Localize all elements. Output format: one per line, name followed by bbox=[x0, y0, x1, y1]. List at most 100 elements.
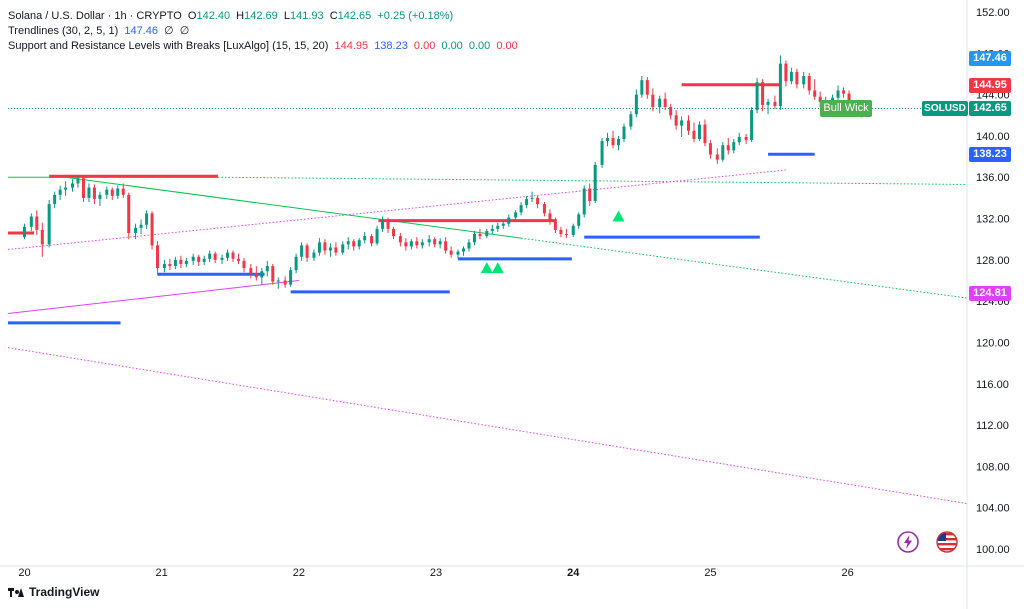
candle-body bbox=[162, 263, 166, 269]
candle-body bbox=[536, 197, 540, 205]
candle-body bbox=[842, 90, 846, 94]
candle-body bbox=[600, 141, 604, 165]
break-up-marker bbox=[491, 262, 504, 274]
candle-body bbox=[559, 229, 563, 235]
candle-body bbox=[571, 225, 575, 236]
candle-body bbox=[715, 154, 719, 160]
candle-body bbox=[721, 145, 725, 160]
candle-body bbox=[795, 71, 799, 85]
candle-body bbox=[47, 204, 51, 245]
trendlines-indicator-name[interactable]: Trendlines (30, 2, 5, 1) bbox=[8, 25, 118, 37]
candle-body bbox=[173, 259, 177, 267]
candle-body bbox=[461, 248, 465, 252]
tradingview-brand[interactable]: TradingView bbox=[8, 585, 99, 599]
candle-body bbox=[110, 189, 114, 196]
candle-body bbox=[669, 107, 673, 116]
candle-body bbox=[145, 213, 149, 225]
candle-body bbox=[289, 270, 293, 285]
symbol-title[interactable]: Solana / U.S. Dollar · 1h · CRYPTO bbox=[8, 10, 182, 22]
break-up-marker bbox=[612, 210, 625, 222]
candle-body bbox=[260, 271, 264, 278]
candle-body bbox=[202, 258, 206, 262]
candle-body bbox=[789, 71, 793, 82]
candle-body bbox=[651, 94, 655, 108]
candle-body bbox=[778, 63, 782, 106]
candle-body bbox=[427, 239, 431, 243]
candle-body bbox=[420, 242, 424, 246]
candle-body bbox=[433, 239, 437, 245]
candle-body bbox=[415, 241, 419, 246]
support-value: 138.23 bbox=[374, 40, 408, 52]
time-tick-label: 24 bbox=[567, 567, 580, 579]
candle-body bbox=[35, 216, 39, 230]
candle-body bbox=[593, 164, 597, 201]
candle-body bbox=[438, 241, 442, 245]
candle-body bbox=[220, 257, 224, 260]
candle-body bbox=[478, 234, 482, 237]
sr-value-6: 0.00 bbox=[496, 40, 518, 52]
candle-body bbox=[692, 130, 696, 140]
candle-body bbox=[81, 178, 85, 198]
trend-lower-price-tag: 124.81 bbox=[969, 286, 1011, 301]
lightning-icon[interactable] bbox=[897, 531, 919, 553]
candle-body bbox=[519, 205, 523, 213]
candle-body bbox=[386, 219, 390, 229]
time-tick-label: 22 bbox=[293, 567, 305, 579]
candle-body bbox=[381, 219, 385, 229]
candle-body bbox=[58, 189, 62, 195]
candle-body bbox=[514, 212, 518, 218]
price-tick-label: 112.00 bbox=[976, 420, 1009, 432]
candle-body bbox=[582, 188, 586, 215]
time-tick-label: 25 bbox=[704, 567, 716, 579]
candle-body bbox=[398, 236, 402, 243]
candle-body bbox=[150, 213, 154, 246]
candle-body bbox=[341, 244, 345, 253]
high-value: 142.69 bbox=[244, 10, 278, 22]
candle-body bbox=[737, 136, 741, 143]
candle-body bbox=[242, 260, 246, 269]
price-tick-label: 108.00 bbox=[976, 461, 1010, 473]
candle-body bbox=[328, 247, 332, 251]
candle-body bbox=[236, 258, 240, 261]
candle-body bbox=[363, 236, 367, 241]
price-tick-label: 152.00 bbox=[976, 7, 1010, 19]
candle-body bbox=[548, 213, 552, 222]
candle-body bbox=[213, 253, 217, 260]
brand-name: TradingView bbox=[29, 585, 100, 599]
candle-body bbox=[773, 101, 777, 106]
candle-body bbox=[375, 228, 379, 244]
resistance-price-tag: 144.95 bbox=[969, 78, 1011, 93]
price-tick-label: 140.00 bbox=[976, 131, 1010, 143]
candle-body bbox=[265, 266, 269, 272]
candle-body bbox=[836, 90, 840, 98]
candle-body bbox=[116, 188, 120, 196]
last-price-tag: 142.65 bbox=[969, 101, 1011, 116]
candle-body bbox=[184, 260, 188, 264]
candle-body bbox=[179, 259, 183, 264]
candle-body bbox=[645, 80, 649, 95]
candle-body bbox=[674, 115, 678, 126]
price-tick-label: 132.00 bbox=[976, 214, 1010, 226]
candle-body bbox=[139, 224, 143, 228]
candle-body bbox=[121, 188, 125, 195]
time-axis[interactable]: 20 21 22 23 24 25 26 bbox=[0, 565, 1024, 579]
candle-body bbox=[294, 256, 298, 271]
candle-body bbox=[283, 280, 287, 285]
candle-body bbox=[611, 137, 615, 146]
sr-indicator-name[interactable]: Support and Resistance Levels with Break… bbox=[8, 40, 328, 52]
high-label: H bbox=[236, 10, 245, 22]
candle-body bbox=[444, 241, 448, 251]
trendlines-row[interactable]: Trendlines (30, 2, 5, 1) 147.46 ∅ ∅ bbox=[8, 24, 521, 39]
candle-body bbox=[64, 187, 68, 190]
candle-body bbox=[732, 142, 736, 151]
candle-body bbox=[766, 101, 770, 105]
candle-body bbox=[168, 263, 172, 267]
candle-body bbox=[640, 80, 644, 95]
candle-body bbox=[501, 223, 505, 226]
price-tick-label: 116.00 bbox=[976, 379, 1009, 391]
us-flag-icon[interactable] bbox=[936, 531, 958, 553]
price-chart[interactable]: 152.00148.00144.00140.00136.00132.00128.… bbox=[0, 0, 1024, 609]
green-trendline bbox=[217, 176, 968, 185]
candle-body bbox=[485, 230, 489, 237]
sr-levels-row[interactable]: Support and Resistance Levels with Break… bbox=[8, 39, 521, 54]
